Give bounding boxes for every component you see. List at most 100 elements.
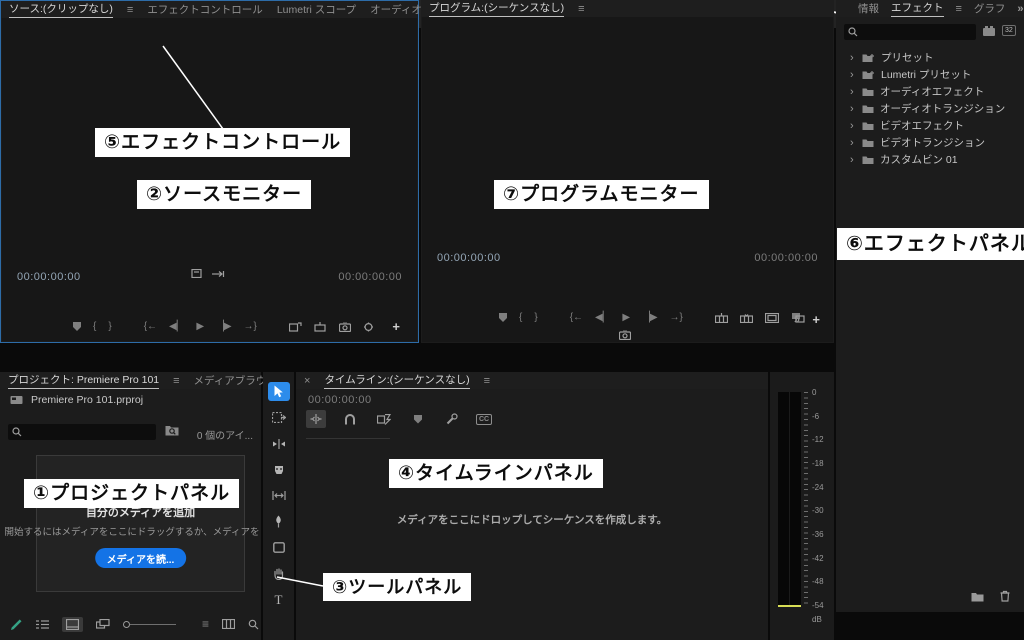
tree-item-audio-transitions[interactable]: › オーディオトランジション	[836, 100, 1024, 117]
import-media-button[interactable]: メディアを読...	[95, 548, 187, 568]
overwrite-icon[interactable]	[314, 322, 327, 332]
panel-menu-icon[interactable]: ≡	[484, 375, 490, 387]
mark-in-icon[interactable]: {	[93, 321, 96, 332]
chevron-right-icon[interactable]: ›	[850, 137, 856, 149]
sort-icon[interactable]: ≡	[202, 618, 209, 630]
button-editor-plus[interactable]: +	[392, 319, 400, 334]
tab-overflow-icon[interactable]: »	[1017, 3, 1023, 15]
search-bin-icon[interactable]	[165, 424, 179, 436]
chevron-right-icon[interactable]: ›	[850, 103, 856, 115]
pen-tool[interactable]	[268, 512, 290, 531]
close-tab-icon[interactable]: ×	[304, 375, 310, 387]
32bit-color-filter-icon[interactable]: 32	[1002, 25, 1016, 36]
panel-menu-icon[interactable]: ≡	[578, 3, 584, 15]
slip-tool[interactable]	[268, 486, 290, 505]
edit-pencil-icon[interactable]	[10, 618, 23, 631]
icon-view-icon[interactable]	[62, 617, 83, 632]
insert-icon[interactable]	[289, 322, 302, 332]
lift-icon[interactable]	[715, 313, 728, 323]
extract-icon[interactable]	[740, 313, 753, 323]
play-icon[interactable]: ▶	[622, 312, 630, 323]
chevron-right-icon[interactable]: ›	[850, 69, 856, 81]
tab-timeline[interactable]: タイムライン:(シーケンスなし)	[324, 372, 469, 389]
rectangle-tool[interactable]	[268, 538, 290, 557]
ripple-edit-tool[interactable]	[268, 434, 290, 453]
tab-graphics[interactable]: グラフ	[974, 1, 1006, 16]
panel-menu-icon[interactable]: ≡	[956, 3, 962, 15]
project-breadcrumb[interactable]: Premiere Pro 101.prproj	[10, 394, 143, 406]
zoom-fit-icon[interactable]	[191, 269, 202, 278]
step-forward-icon[interactable]: ▕▶	[642, 312, 657, 323]
list-view-icon[interactable]	[36, 619, 49, 630]
tree-item-custom-bin[interactable]: › カスタムビン 01	[836, 151, 1024, 168]
step-back-icon[interactable]: ◀▏	[169, 321, 184, 332]
new-custom-bin-icon[interactable]	[971, 591, 984, 602]
goto-out-icon[interactable]: →}	[670, 312, 683, 323]
goto-in-icon[interactable]: {←	[144, 321, 157, 332]
timeline-timecode[interactable]: 00:00:00:00	[308, 394, 372, 406]
transport-overflow-icon[interactable]: »	[794, 314, 800, 326]
find-icon[interactable]	[248, 619, 259, 630]
tree-item-presets[interactable]: › プリセット	[836, 49, 1024, 66]
timeline-settings-wrench-icon[interactable]	[442, 410, 462, 428]
tree-item-label: ビデオエフェクト	[880, 118, 964, 133]
add-marker-icon[interactable]	[499, 313, 507, 322]
track-select-forward-tool[interactable]	[268, 408, 290, 427]
razor-tool[interactable]	[268, 460, 290, 479]
snap-icon[interactable]	[306, 410, 326, 428]
tree-item-lumetri-presets[interactable]: › Lumetri プリセット	[836, 66, 1024, 83]
button-editor-plus[interactable]: +	[812, 312, 820, 327]
mark-out-icon[interactable]: }	[534, 312, 537, 323]
step-back-icon[interactable]: ◀▏	[595, 312, 610, 323]
add-marker-icon[interactable]	[73, 322, 81, 331]
filmstrip-icon[interactable]	[222, 619, 235, 629]
tree-item-video-effects[interactable]: › ビデオエフェクト	[836, 117, 1024, 134]
add-marker-icon[interactable]	[408, 410, 428, 428]
tab-info[interactable]: 情報	[858, 1, 879, 16]
tab-effect-controls[interactable]: エフェクトコントロール	[147, 2, 263, 17]
source-settings-icon[interactable]	[363, 322, 374, 332]
tab-effects[interactable]: エフェクト	[891, 0, 944, 17]
mark-out-icon[interactable]: }	[108, 321, 111, 332]
selection-tool[interactable]	[268, 382, 290, 401]
tab-program[interactable]: プログラム:(シーケンスなし)	[429, 0, 564, 17]
playback-resolution-icon[interactable]	[212, 270, 225, 278]
linked-selection-icon[interactable]	[374, 410, 394, 428]
panel-menu-icon[interactable]: ≡	[127, 4, 133, 16]
magnet-icon[interactable]	[340, 410, 360, 428]
captions-icon[interactable]: CC	[476, 414, 492, 425]
comparison-view-icon[interactable]	[765, 313, 779, 323]
accelerated-effects-filter-icon[interactable]	[982, 25, 996, 37]
mark-in-icon[interactable]: {	[519, 312, 522, 323]
search-icon	[12, 427, 22, 437]
chevron-right-icon[interactable]: ›	[850, 154, 856, 166]
project-search-input[interactable]	[8, 424, 156, 440]
chevron-right-icon[interactable]: ›	[850, 120, 856, 132]
tree-item-label: ビデオトランジション	[880, 135, 985, 150]
type-tool[interactable]: T	[268, 590, 290, 609]
tree-item-audio-effects[interactable]: › オーディオエフェクト	[836, 83, 1024, 100]
freeform-view-icon[interactable]	[96, 619, 110, 630]
delete-icon[interactable]	[1000, 590, 1010, 602]
effects-search-input[interactable]	[844, 24, 976, 40]
chevron-right-icon[interactable]: ›	[850, 86, 856, 98]
chevron-right-icon[interactable]: ›	[850, 52, 856, 64]
tab-source[interactable]: ソース:(クリップなし)	[9, 1, 113, 18]
audio-meter-panel[interactable]: 0-6 -12-18 -24-30 -36-42 -48-54 dB	[770, 372, 834, 640]
source-transport: { } {← ◀▏ ▶ ▕▶ →}	[73, 321, 374, 332]
tree-item-video-transitions[interactable]: › ビデオトランジション	[836, 134, 1024, 151]
goto-in-icon[interactable]: {←	[570, 312, 583, 323]
tab-lumetri-scopes[interactable]: Lumetri スコープ	[277, 2, 356, 17]
step-forward-icon[interactable]: ▕▶	[216, 321, 231, 332]
media-drop-zone[interactable]: 自分のメディアを追加 開始するにはメディアをここにドラッグするか、メディアを メ…	[36, 455, 245, 592]
play-icon[interactable]: ▶	[196, 321, 204, 332]
tab-project[interactable]: プロジェクト: Premiere Pro 101	[8, 372, 159, 389]
goto-out-icon[interactable]: →}	[244, 321, 257, 332]
hand-tool[interactable]	[268, 564, 290, 583]
export-frame-icon[interactable]	[339, 322, 351, 332]
zoom-slider[interactable]	[123, 621, 176, 628]
search-icon	[848, 27, 858, 37]
premiere-pro-window: 読み込み 編集 書き出し Premiere Pro 101 - 編集済み レベー…	[0, 0, 1024, 640]
export-frame-icon[interactable]	[619, 330, 631, 340]
panel-menu-icon[interactable]: ≡	[173, 375, 179, 387]
